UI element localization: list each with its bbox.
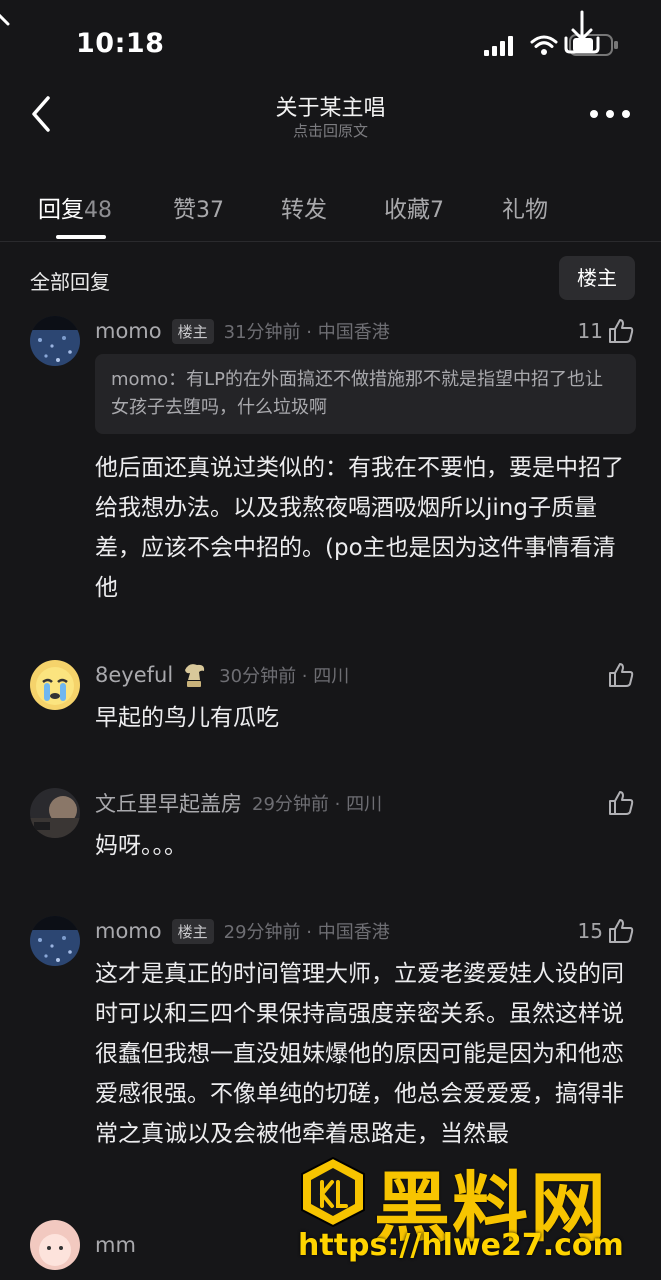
op-badge: 楼主 [171,318,214,344]
tab-label: 回复 [38,197,84,223]
avatar[interactable] [30,788,80,838]
tab-gifts[interactable]: 礼物 [502,190,548,224]
avatar-image-icon [30,316,80,366]
quoted-reply[interactable]: momo：有LP的在外面搞还不做措施那不就是指望中招了也让女孩子去堕吗，什么垃圾… [95,354,636,434]
username[interactable]: momo [95,319,162,343]
comment-text: 妈呀。。。 [95,833,187,859]
username[interactable]: momo [95,919,162,943]
op-badge: 楼主 [171,918,214,944]
comment-text: 这才是真正的时间管理大师，立爱老婆爱娃人设的同时可以和三四个果保持高强度亲密关系… [95,961,624,1147]
username[interactable]: 8eyeful [95,663,173,687]
comment-text: 他后面还真说过类似的：有我在不要怕，要是中招了给我想办法。以及我熬夜喝酒吸烟所以… [95,455,624,601]
comment-meta: momo 楼主 31分钟前 · 中国香港 [95,316,390,346]
tab-likes[interactable]: 赞37 [173,190,224,224]
like-count: 11 [577,319,603,343]
edge-chevron-icon [0,13,10,26]
comment-item: mm [0,1220,661,1280]
avatar[interactable] [30,660,80,710]
crying-emoji-avatar-icon [30,660,80,710]
comment-meta: mm [95,1230,136,1260]
comment-meta: momo 楼主 29分钟前 · 中国香港 [95,916,390,946]
timestamp-location: 29分钟前 · 中国香港 [223,922,390,943]
tab-label: 收藏 [384,197,430,223]
comment-item: momo 楼主 31分钟前 · 中国香港 11 momo：有LP的在外面搞还不做… [0,316,661,616]
timestamp-location: 29分钟前 · 四川 [252,794,383,815]
tab-favorites[interactable]: 收藏7 [384,190,444,224]
thumbs-up-icon [609,319,634,343]
comment-meta: 8eyeful 30分钟前 · 四川 [95,660,349,690]
tab-label: 赞 [173,197,196,223]
wifi-icon [530,35,558,55]
tab-reposts[interactable]: 转发 [281,190,327,224]
avatar-image-icon [30,1220,80,1270]
status-bar: 10:18 [0,0,661,80]
username[interactable]: 文丘里早起盖房 [95,788,242,818]
tab-label: 转发 [281,197,327,223]
more-options-icon[interactable] [588,102,632,126]
comment-item: momo 楼主 29分钟前 · 中国香港 15 这才是真正的时间管理大师，立爱老… [0,916,661,1206]
timestamp-location: 31分钟前 · 中国香港 [223,322,390,343]
download-overlay-icon[interactable] [560,8,604,58]
thumbs-up-icon [609,791,634,815]
tab-count: 48 [84,198,112,223]
tab-replies[interactable]: 回复48 [38,190,112,224]
top-nav: 关于某主唱 点击回原文 [0,80,661,160]
username[interactable]: mm [95,1233,136,1257]
avatar-image-icon [30,916,80,966]
all-replies-label: 全部回复 [30,270,110,294]
thumbs-up-icon [609,663,634,687]
active-tab-indicator [56,235,106,239]
timestamp-location: 30分钟前 · 四川 [219,666,350,687]
like-button[interactable]: 15 [578,916,635,946]
avatar[interactable] [30,316,80,366]
comment-item: 文丘里早起盖房 29分钟前 · 四川 妈呀。。。 [0,788,661,868]
like-button[interactable] [607,788,635,818]
status-time: 10:18 [76,28,165,59]
comment-meta: 文丘里早起盖房 29分钟前 · 四川 [95,788,382,818]
tab-label: 礼物 [502,197,548,223]
tab-count: 37 [196,198,224,223]
replies-header: 全部回复 楼主 [0,256,661,300]
like-count: 15 [577,919,603,943]
dragon-medal-icon [185,664,205,687]
like-button[interactable]: 11 [578,316,635,346]
cellular-signal-icon [484,36,513,56]
op-only-filter-button[interactable]: 楼主 [559,256,635,300]
avatar-image-icon [30,788,80,838]
comment-item: 8eyeful 30分钟前 · 四川 早起的鸟儿有瓜吃 [0,660,661,740]
avatar[interactable] [30,916,80,966]
like-button[interactable] [607,660,635,690]
view-original-link[interactable]: 点击回原文 [0,120,661,141]
thumbs-up-icon [609,919,634,943]
tab-count: 7 [430,198,444,223]
comment-text: 早起的鸟儿有瓜吃 [95,705,279,731]
page-title: 关于某主唱 [275,96,386,121]
tab-bar: 回复48 赞37 转发 收藏7 礼物 [0,176,661,242]
avatar[interactable] [30,1220,80,1270]
